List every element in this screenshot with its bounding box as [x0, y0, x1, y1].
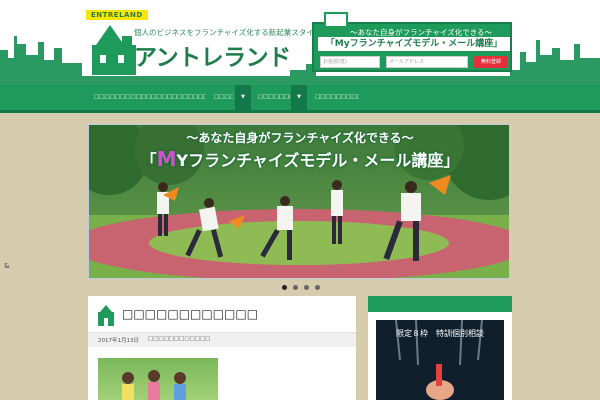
article-date: 2017年1月13日 — [98, 338, 139, 344]
consultation-banner[interactable]: 限定８枠 特訓個別相談 — [376, 320, 504, 400]
slider-dot-3[interactable] — [304, 285, 309, 290]
banner-heading-rest: Yフランチャイズモデル・メール講座」 — [176, 151, 460, 170]
site-header: ENTRELAND 個人のビジネスをフランチャイズ化する新起業スタイル アントレ… — [0, 0, 600, 85]
castle-icon — [98, 305, 114, 326]
slider-dot-4[interactable] — [315, 285, 320, 290]
consultation-banner-text: 限定８枠 特訓個別相談 — [396, 329, 484, 338]
sidebar-header — [368, 296, 512, 312]
newsletter-heading: 「Myフランチャイズモデル・メール講座」 — [318, 37, 510, 51]
chevron-down-icon[interactable]: ▼ — [291, 85, 307, 110]
newsletter-signup-box: ～あなた自身がフランチャイズ化できる～ 「Myフランチャイズモデル・メール講座」… — [312, 12, 512, 72]
article-card[interactable]: □□□□□□□□□□□□ 2017年1月13日 □□□□□□□□□□□□ — [88, 296, 356, 400]
corner-glyph: & — [4, 262, 10, 270]
thumbnail-photo — [122, 370, 186, 400]
hero-slider[interactable]: ～あなた自身がフランチャイズ化できる～ 「MYフランチャイズモデル・メール講座」 — [88, 124, 510, 279]
slider-pagination — [280, 285, 330, 291]
article-meta: 2017年1月13日 □□□□□□□□□□□□ — [88, 332, 356, 347]
newsletter-submit-button[interactable]: 無料登録 — [474, 56, 508, 68]
slider-dot-2[interactable] — [293, 285, 298, 290]
nav-divider — [0, 110, 600, 113]
slider-dot-1[interactable] — [282, 285, 287, 290]
banner-heading: 「MYフランチャイズモデル・メール講座」 — [89, 147, 509, 171]
article-title[interactable]: □□□□□□□□□□□□ — [122, 307, 258, 321]
chevron-down-icon[interactable]: ▼ — [235, 85, 251, 110]
banner-heading-m: M — [156, 147, 177, 171]
logo-tag: ENTRELAND — [86, 10, 148, 20]
site-logo[interactable]: ENTRELAND 個人のビジネスをフランチャイズ化する新起業スタイル アントレ… — [86, 10, 321, 75]
banner-subheading: ～あなた自身がフランチャイズ化できる～ — [186, 131, 414, 145]
nav-item-4[interactable]: □□□□□□□□□□ — [309, 85, 359, 110]
nav-item-3[interactable]: □□□□□□□□ — [252, 85, 290, 110]
article-thumbnail[interactable] — [98, 358, 218, 400]
banner-heading-open: 「 — [140, 151, 157, 170]
sidebar-widget: 限定８枠 特訓個別相談 — [368, 296, 512, 400]
article-category[interactable]: □□□□□□□□□□□□ — [148, 336, 210, 342]
nav-item-1[interactable]: □□□□□□□□□□□□□□□□□□□□□□□□□□ — [88, 85, 206, 110]
logo-tagline: 個人のビジネスをフランチャイズ化する新起業スタイル — [134, 28, 322, 37]
name-field[interactable]: お名前(姓) — [320, 56, 380, 68]
logo-title: アントレランド — [134, 45, 291, 71]
main-navigation: □□□□□□□□□□□□□□□□□□□□□□□□□□ □□□□□ ▼ □□□□□… — [0, 85, 600, 113]
email-field[interactable]: メールアドレス — [386, 56, 468, 68]
nav-item-2[interactable]: □□□□□ — [208, 85, 234, 110]
envelope-icon — [324, 12, 348, 28]
